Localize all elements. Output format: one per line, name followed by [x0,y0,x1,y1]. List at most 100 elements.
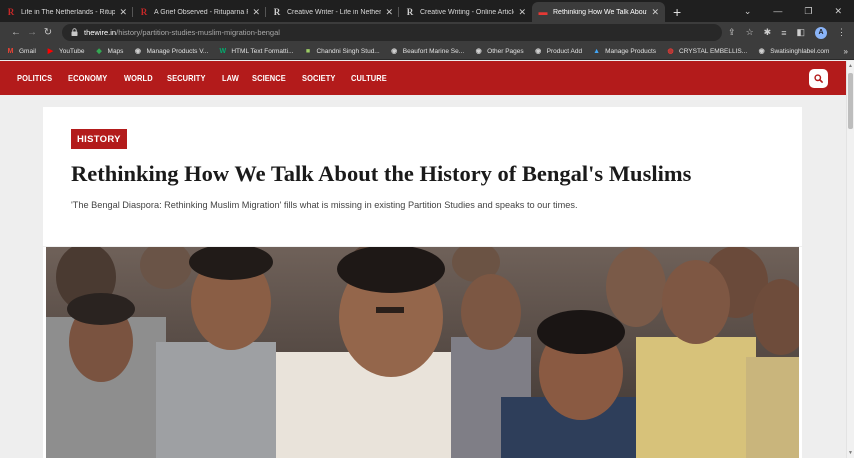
globe-icon: ◉ [535,48,542,55]
browser-tab-strip: R Life in The Netherlands - Rituparna ✕ … [0,0,854,22]
article-card: HISTORY Rethinking How We Talk About the… [43,107,802,458]
nav-politics[interactable]: POLITICS [17,73,52,83]
nav-world[interactable]: WORLD [124,73,153,83]
globe-icon: ◉ [134,48,141,55]
gmail-icon: M [7,47,14,55]
scroll-down-arrow-icon[interactable]: ▼ [848,450,853,456]
bookmark-beaufort-marine[interactable]: ◉ Beaufort Marine Se... [390,47,464,56]
bookmark-gmail[interactable]: M Gmail [6,47,36,56]
nav-economy[interactable]: ECONOMY [68,73,107,83]
bookmark-swatisinghlabel[interactable]: ◉ Swatisinghlabel.com [757,47,830,56]
nav-law[interactable]: LAW [222,73,239,83]
bookmark-youtube[interactable]: ▶ YouTube [46,47,85,56]
url-path: /history/partition-studies-muslim-migrat… [116,28,280,37]
tab-title: Creative Writer - Life in Netherlands [287,8,382,16]
bookmark-label: Maps [107,47,124,55]
bookmarks-bar: M Gmail ▶ YouTube ◆ Maps ◉ Manage Products V… [0,43,854,60]
bookmark-chandni-singh[interactable]: ■ Chandni Singh Stud... [303,47,380,56]
profile-avatar[interactable]: A [815,26,827,39]
forward-arrow-icon[interactable]: → [24,27,40,38]
reading-list-icon[interactable]: ≡ [781,28,786,38]
bookmark-label: Swatisinghlabel.com [770,47,830,55]
scrollbar-thumb[interactable] [848,73,853,129]
address-bar[interactable]: thewire.in/history/partition-studies-mus… [62,24,722,41]
maps-icon: ◆ [96,48,102,55]
globe-icon: ◉ [758,48,765,55]
bookmark-label: YouTube [58,47,85,55]
site-navigation: POLITICS ECONOMY WORLD SECURITY LAW SCIE… [0,61,846,95]
url-host: thewire.in [84,28,117,37]
scroll-up-arrow-icon[interactable]: ▲ [848,63,853,69]
browser-tab-active[interactable]: ▬ Rethinking How We Talk About the ✕ [532,2,665,22]
tab-favicon-icon: R [7,7,15,17]
more-menu-icon[interactable]: ⋮ [837,27,846,38]
restore-icon[interactable]: ❐ [804,6,812,17]
tab-favicon-icon: R [140,7,148,17]
crystal-logo-icon: ◍ [667,48,674,55]
globe-icon: ◉ [475,48,482,55]
close-tab-icon[interactable]: ✕ [252,7,260,18]
tab-title: Creative Writing - Online Articles [420,8,515,16]
bookmark-other-pages[interactable]: ◉ Other Pages [474,47,524,56]
nav-science[interactable]: SCIENCE [252,73,286,83]
share-icon[interactable]: ⇪ [728,27,736,38]
tab-search-icon[interactable]: ⌄ [744,6,752,17]
nav-security[interactable]: SECURITY [167,73,206,83]
close-tab-icon[interactable]: ✕ [385,7,393,18]
bookmark-label: Other Pages [487,47,524,55]
bookmarks-overflow-icon[interactable]: » [844,47,848,56]
back-arrow-icon[interactable]: ← [8,27,24,38]
bookmark-label: HTML Text Formatti... [231,47,294,55]
article-headline: Rethinking How We Talk About the History… [71,161,692,186]
bookmark-maps[interactable]: ◆ Maps [95,47,124,56]
browser-toolbar: ← → ↻ thewire.in/history/partition-studi… [0,22,854,43]
site-search-button[interactable] [809,69,828,88]
browser-tab[interactable]: R Life in The Netherlands - Rituparna ✕ [0,2,133,22]
tab-favicon-icon: R [406,7,414,17]
tab-favicon-icon: ▬ [538,7,548,17]
article-standfirst: 'The Bengal Diaspora: Rethinking Muslim … [71,200,578,210]
page-scrollbar[interactable]: ▲ ▼ [846,61,854,458]
bookmark-manage-products[interactable]: ▲ Manage Products [592,47,656,56]
globe-icon: ◉ [391,48,398,55]
w3schools-icon: W [219,47,227,55]
tab-favicon-icon: R [273,7,281,17]
bookmark-html-text-formatting[interactable]: W HTML Text Formatti... [218,47,294,56]
bookmark-crystal-embellis[interactable]: ◍ CRYSTAL EMBELLIS... [666,47,747,56]
extensions-puzzle-icon[interactable]: ✱ [764,27,772,38]
side-panel-icon[interactable]: ◧ [796,27,805,38]
bookmark-label: Gmail [19,47,36,55]
window-controls: ⌄ — ❐ ✕ [744,0,854,22]
browser-tab[interactable]: R A Grief Observed - Rituparna Roy ✕ [133,2,266,22]
new-tab-button[interactable]: + [673,2,681,22]
bookmark-star-icon[interactable]: ☆ [746,27,754,38]
tab-title: Life in The Netherlands - Rituparna [21,8,116,16]
tab-title: Rethinking How We Talk About the [553,8,648,16]
bookmark-label: Manage Products [605,47,657,55]
bookmark-label: CRYSTAL EMBELLIS... [679,47,748,55]
bookmark-label: Product Add [546,47,583,55]
bookmark-label: Manage Products V... [146,47,209,55]
browser-tab[interactable]: R Creative Writing - Online Articles ✕ [399,2,532,22]
browser-actions: ⇪ ☆ ✱ ≡ ◧ A ⋮ [728,26,846,39]
bookmark-manage-products-v[interactable]: ◉ Manage Products V... [133,47,208,56]
minimize-icon[interactable]: — [773,6,782,16]
drive-icon: ▲ [593,47,601,55]
category-tag[interactable]: HISTORY [71,129,127,149]
tab-title: A Grief Observed - Rituparna Roy [154,8,249,16]
bookmark-label: Chandni Singh Stud... [316,47,380,55]
nav-culture[interactable]: CULTURE [351,73,387,83]
browser-tab[interactable]: R Creative Writer - Life in Netherlands … [266,2,399,22]
close-tab-icon[interactable]: ✕ [651,7,659,18]
youtube-icon: ▶ [47,48,54,55]
reload-icon[interactable]: ↻ [40,27,56,38]
nav-society[interactable]: SOCIETY [302,73,335,83]
lock-icon[interactable] [71,27,78,38]
close-tab-icon[interactable]: ✕ [518,7,526,18]
bookmark-product-add[interactable]: ◉ Product Add [534,47,582,56]
close-tab-icon[interactable]: ✕ [119,7,127,18]
site-square-icon: ■ [305,47,311,55]
close-window-icon[interactable]: ✕ [834,6,842,17]
hero-image [46,247,799,458]
search-icon [814,74,823,83]
